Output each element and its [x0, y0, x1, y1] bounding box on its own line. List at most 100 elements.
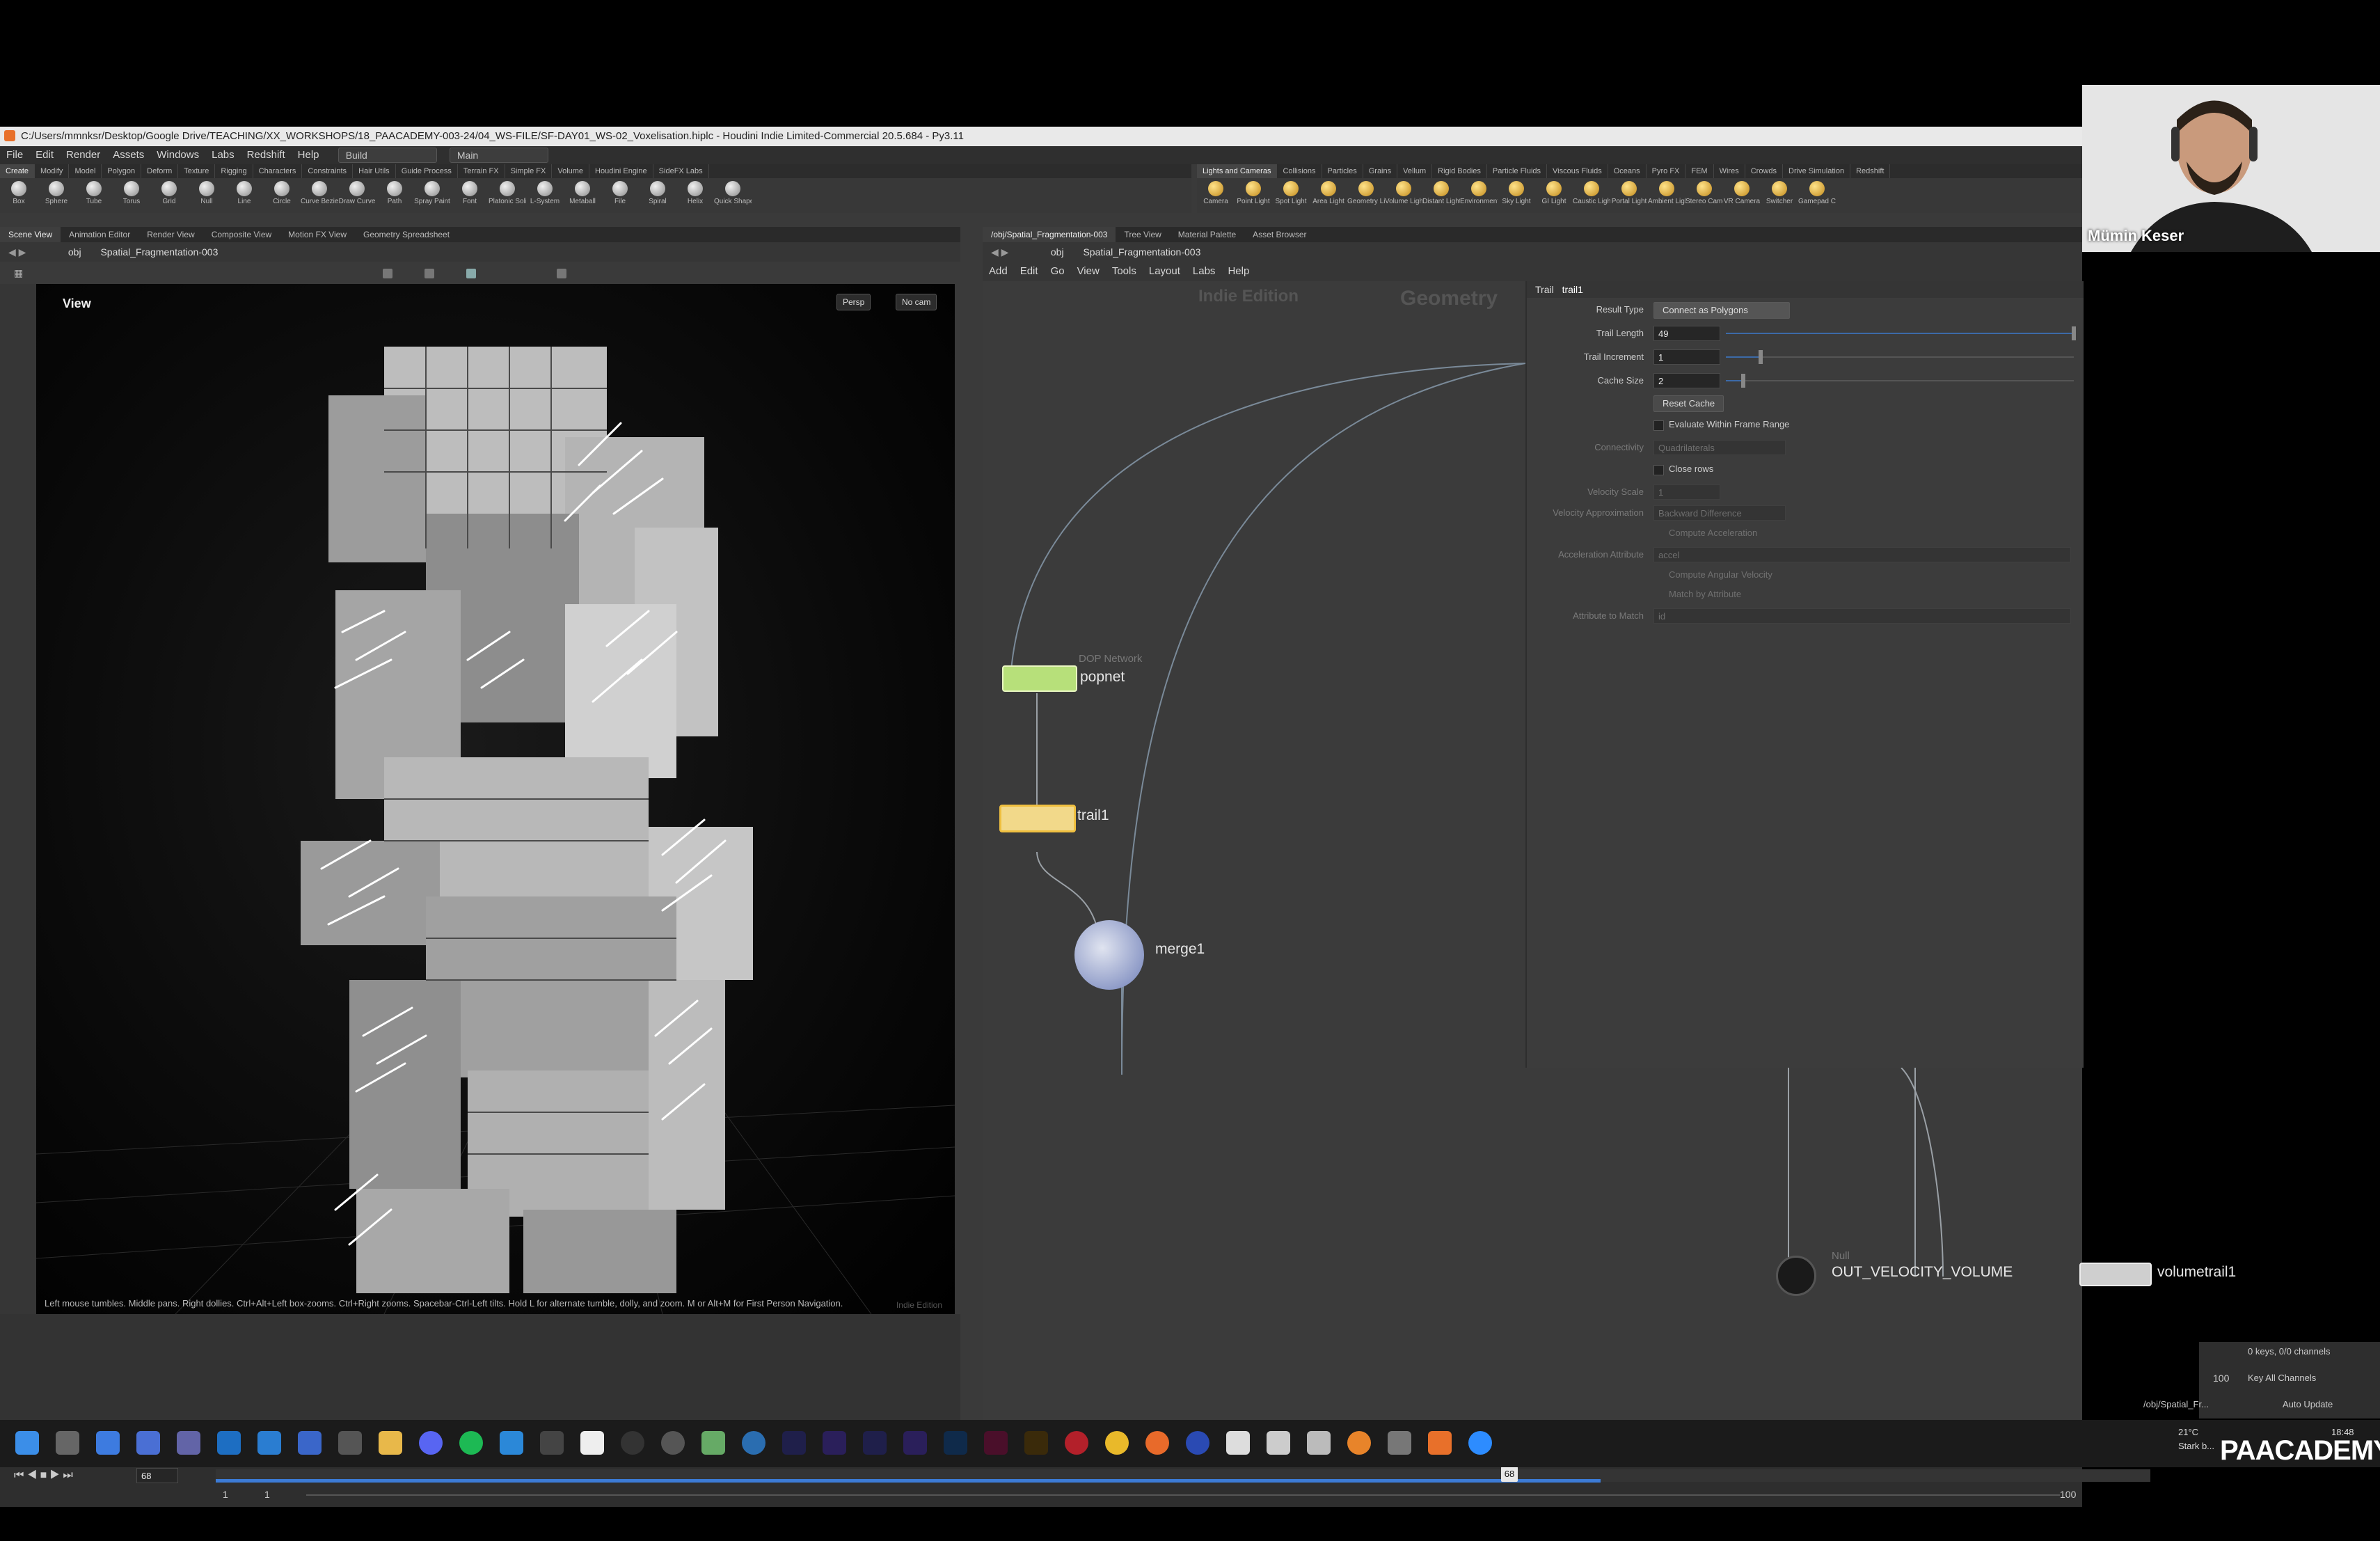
range-start[interactable]: 1 [223, 1489, 228, 1500]
premiere-2-icon[interactable] [903, 1431, 927, 1455]
teams-icon[interactable] [177, 1431, 200, 1455]
menu-windows[interactable]: Windows [150, 146, 205, 164]
shelf-tool-box[interactable]: Box [0, 178, 38, 205]
shelf-tab-drive-simulation[interactable]: Drive Simulation [1783, 164, 1851, 178]
back-forward-icon[interactable]: ◀ ▶ [983, 242, 1040, 262]
range-start2[interactable]: 1 [264, 1489, 270, 1500]
node-name-field[interactable]: trail1 [1557, 284, 1583, 295]
net-menu-edit[interactable]: Edit [1014, 262, 1045, 280]
result-type-menu[interactable]: Connect as Polygons [1653, 302, 1790, 319]
app-icon-5[interactable] [661, 1431, 685, 1455]
shelf-tab-simple-fx[interactable]: Simple FX [505, 164, 553, 178]
shelf-tool-switcher[interactable]: Switcher [1761, 178, 1798, 205]
shelf-tool-geometry-light[interactable]: Geometry Light [1347, 178, 1385, 205]
app-icon-7[interactable] [742, 1431, 765, 1455]
compute-accel-toggle[interactable]: Compute Acceleration [1669, 528, 1757, 538]
key-all-channels-button[interactable]: Key All Channels [2248, 1373, 2316, 1383]
rhino-icon[interactable] [1226, 1431, 1250, 1455]
widgets-icon[interactable] [96, 1431, 120, 1455]
network-editor[interactable]: Indie Edition Geometry DOP Network popne… [983, 281, 1525, 1172]
popnet-node[interactable] [1002, 665, 1077, 692]
camera-menu[interactable]: No cam [896, 294, 937, 310]
app-icon-9[interactable] [1186, 1431, 1209, 1455]
out-null-node[interactable] [1776, 1256, 1816, 1296]
evaluate-range-checkbox[interactable] [1653, 420, 1664, 431]
shelf-tool-distant-light[interactable]: Distant Light [1422, 178, 1460, 205]
shelf-tab-particle-fluids[interactable]: Particle Fluids [1487, 164, 1547, 178]
shelf-tool-sphere[interactable]: Sphere [38, 178, 75, 205]
shelf-tab-viscous-fluids[interactable]: Viscous Fluids [1547, 164, 1608, 178]
app-icon-2[interactable] [540, 1431, 564, 1455]
app-icon-3[interactable] [580, 1431, 604, 1455]
tab-composite-view[interactable]: Composite View [203, 227, 280, 242]
cache-size-field[interactable]: 2 [1653, 373, 1720, 388]
shelf-tool-grid[interactable]: Grid [150, 178, 188, 205]
net-menu-tools[interactable]: Tools [1106, 262, 1143, 280]
shelf-tab-fem[interactable]: FEM [1685, 164, 1714, 178]
after-effects-2-icon[interactable] [863, 1431, 887, 1455]
firefox-icon[interactable] [1145, 1431, 1169, 1455]
shelf-tab-constraints[interactable]: Constraints [302, 164, 354, 178]
shelf-tool-spot-light[interactable]: Spot Light [1272, 178, 1310, 205]
houdini-taskbar-icon[interactable] [1428, 1431, 1452, 1455]
trail1-node[interactable] [999, 805, 1076, 832]
shelf-tab-rigid-bodies[interactable]: Rigid Bodies [1432, 164, 1487, 178]
menu-assets[interactable]: Assets [106, 146, 150, 164]
shelf-tool-quick-shapes[interactable]: Quick Shapes [714, 178, 752, 205]
shelf-tab-redshift[interactable]: Redshift [1850, 164, 1891, 178]
shelf-tab-collisions[interactable]: Collisions [1277, 164, 1322, 178]
shelf-tab-model[interactable]: Model [69, 164, 102, 178]
tab-motion-fx-view[interactable]: Motion FX View [280, 227, 355, 242]
attr-to-match-field[interactable]: id [1653, 608, 2071, 624]
tab-material-palette[interactable]: Material Palette [1170, 227, 1244, 242]
premiere-icon[interactable] [823, 1431, 846, 1455]
tab-tree-view[interactable]: Tree View [1116, 227, 1169, 242]
shelf-tab-volume[interactable]: Volume [552, 164, 590, 178]
grid-menu-icon[interactable]: ▦ [14, 267, 23, 279]
merge1-node[interactable] [1074, 920, 1144, 990]
menu-redshift[interactable]: Redshift [241, 146, 292, 164]
task-view-icon[interactable] [56, 1431, 79, 1455]
shelf-tab-pyro-fx[interactable]: Pyro FX [1647, 164, 1686, 178]
shelf-tab-lights-and-cameras[interactable]: Lights and Cameras [1197, 164, 1278, 178]
rhino-3-icon[interactable] [1307, 1431, 1331, 1455]
start-icon[interactable] [15, 1431, 39, 1455]
app-icon-8[interactable] [1065, 1431, 1088, 1455]
3d-viewport[interactable]: View Persp No cam Indie Edition Left mou… [36, 284, 955, 1314]
menu-file[interactable]: File [0, 146, 29, 164]
app-icon-1[interactable] [500, 1431, 523, 1455]
current-frame-field[interactable]: 68 [136, 1468, 178, 1483]
velocity-approx-menu[interactable]: Backward Difference [1653, 505, 1786, 521]
shelf-tool-null[interactable]: Null [188, 178, 225, 205]
snap-icon[interactable] [466, 267, 476, 280]
layout-select[interactable]: Main [449, 148, 548, 164]
playback-controls[interactable]: ⏮ ◀ ■ ▶ ⏭ [14, 1469, 73, 1482]
path-obj[interactable]: obj [60, 242, 90, 262]
net-menu-go[interactable]: Go [1045, 262, 1071, 280]
illustrator-icon[interactable] [1024, 1431, 1048, 1455]
shelf-tab-crowds[interactable]: Crowds [1745, 164, 1784, 178]
discord-icon[interactable] [419, 1431, 443, 1455]
tab-scene-view[interactable]: Scene View [0, 227, 61, 242]
shelf-tab-rigging[interactable]: Rigging [215, 164, 253, 178]
outlook-icon[interactable] [217, 1431, 241, 1455]
shelf-tool-spiral[interactable]: Spiral [639, 178, 676, 205]
photoshop-icon[interactable] [944, 1431, 967, 1455]
shelf-tool-point-light[interactable]: Point Light [1235, 178, 1272, 205]
cube-app-icon[interactable] [338, 1431, 362, 1455]
shelf-tool-platonic-solids[interactable]: Platonic Solids [489, 178, 526, 205]
trail-length-field[interactable]: 49 [1653, 326, 1720, 341]
shelf-tool-draw-curve[interactable]: Draw Curve [338, 178, 376, 205]
menu-edit[interactable]: Edit [29, 146, 60, 164]
shelf-tab-guide-process[interactable]: Guide Process [396, 164, 458, 178]
shelf-tab-wires[interactable]: Wires [1714, 164, 1745, 178]
tab-render-view[interactable]: Render View [138, 227, 203, 242]
path-network[interactable]: Spatial_Fragmentation-003 [92, 242, 226, 262]
shelf-tab-characters[interactable]: Characters [253, 164, 303, 178]
after-effects-icon[interactable] [782, 1431, 806, 1455]
zoom-icon[interactable] [1468, 1431, 1492, 1455]
chrome-icon[interactable] [1105, 1431, 1129, 1455]
velocity-scale-field[interactable]: 1 [1653, 484, 1720, 500]
rhino-2-icon[interactable] [1267, 1431, 1290, 1455]
net-menu-labs[interactable]: Labs [1187, 262, 1222, 280]
